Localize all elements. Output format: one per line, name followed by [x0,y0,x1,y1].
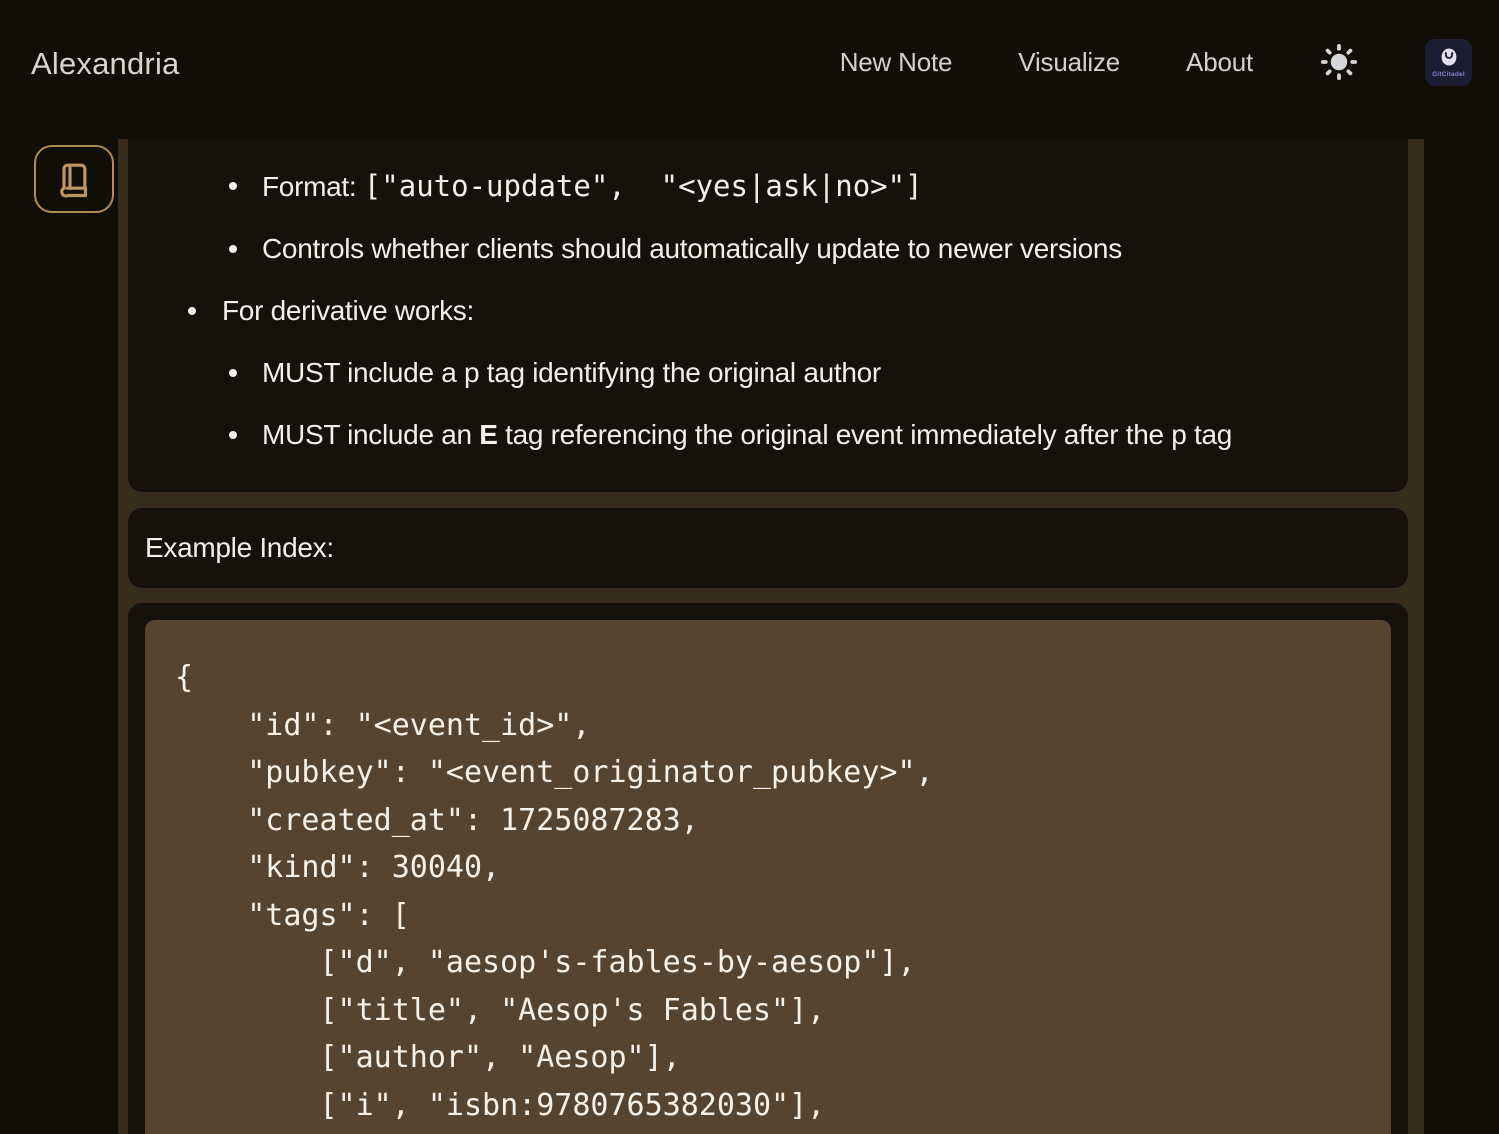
code-block: { "id": "<event_id>", "pubkey": "<event_… [145,620,1391,1134]
list-item: For derivative works: [168,294,1368,328]
code-content: { "id": "<event_id>", "pubkey": "<event_… [175,654,1361,1129]
app-title[interactable]: Alexandria [31,46,179,82]
sidebar-toggle-button[interactable] [34,145,114,213]
list-item: MUST include a p tag identifying the ori… [168,356,1368,390]
nav-about[interactable]: About [1186,47,1253,78]
gitcitadel-logo[interactable]: GitCitadel [1425,39,1472,86]
list-item-text: tag referencing the original event immed… [498,419,1232,450]
list-item: Controls whether clients should automati… [168,232,1368,266]
emphasized-text: E [479,419,497,450]
scrollbar[interactable] [1408,139,1424,1134]
main-nav: New Note Visualize About [840,0,1472,124]
theme-toggle-button[interactable] [1319,42,1359,82]
sun-icon [1320,43,1358,81]
example-index-panel: Example Index: [128,508,1408,588]
code-panel: { "id": "<event_id>", "pubkey": "<event_… [128,603,1408,1134]
example-index-label: Example Index: [145,532,334,564]
nav-visualize[interactable]: Visualize [1018,47,1120,78]
gitcitadel-logo-icon [1437,46,1461,70]
doc-section-panel: Format: ["auto-update", "<yes|ask|no>"] C… [128,139,1408,492]
doc-list: Format: ["auto-update", "<yes|ask|no>"] C… [168,169,1368,452]
list-item-text: Format: [262,171,364,202]
list-item-text: For derivative works: [222,295,474,326]
top-header: Alexandria New Note Visualize About [0,0,1499,124]
list-item: MUST include an E tag referencing the or… [168,418,1368,452]
inline-code: ["auto-update", "<yes|ask|no>"] [364,169,923,203]
book-icon [54,159,94,199]
nav-new-note[interactable]: New Note [840,47,953,78]
list-item: Format: ["auto-update", "<yes|ask|no>"] [168,169,1368,204]
list-item-text: MUST include an [262,419,479,450]
content-scroll-area: Format: ["auto-update", "<yes|ask|no>"] C… [118,139,1424,1134]
list-item-text: Controls whether clients should automati… [262,233,1122,264]
gitcitadel-logo-label: GitCitadel [1432,71,1465,78]
list-item-text: MUST include a p tag identifying the ori… [262,357,881,388]
